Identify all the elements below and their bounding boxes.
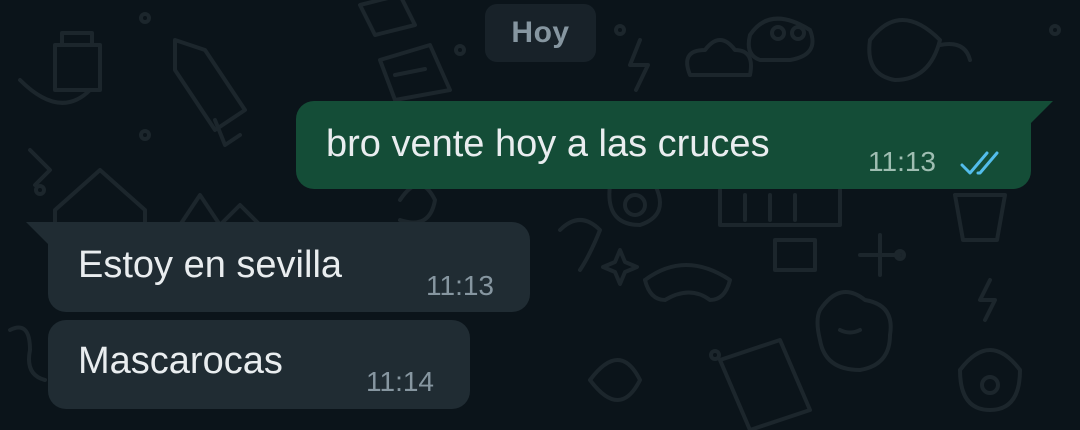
- message-timestamp: 11:13: [868, 146, 936, 177]
- bubble-tail: [1029, 101, 1053, 125]
- message-text: Estoy en sevilla: [78, 244, 343, 286]
- incoming-message-bubble[interactable]: Mascarocas 11:14: [48, 320, 470, 409]
- chat-area[interactable]: Hoy bro vente hoy a las cruces 11:13 Est…: [0, 0, 1080, 430]
- incoming-message-bubble[interactable]: Estoy en sevilla 11:13: [26, 222, 530, 312]
- message-timestamp: 11:14: [366, 366, 434, 397]
- date-separator: Hoy: [485, 4, 596, 62]
- outgoing-message-bubble[interactable]: bro vente hoy a las cruces 11:13: [296, 101, 1053, 189]
- bubble-tail: [26, 222, 50, 246]
- message-timestamp: 11:13: [426, 270, 494, 301]
- message-text: Mascarocas: [78, 340, 283, 382]
- message-text: bro vente hoy a las cruces: [326, 123, 770, 165]
- date-separator-label: Hoy: [511, 16, 570, 49]
- double-check-icon: [960, 151, 999, 175]
